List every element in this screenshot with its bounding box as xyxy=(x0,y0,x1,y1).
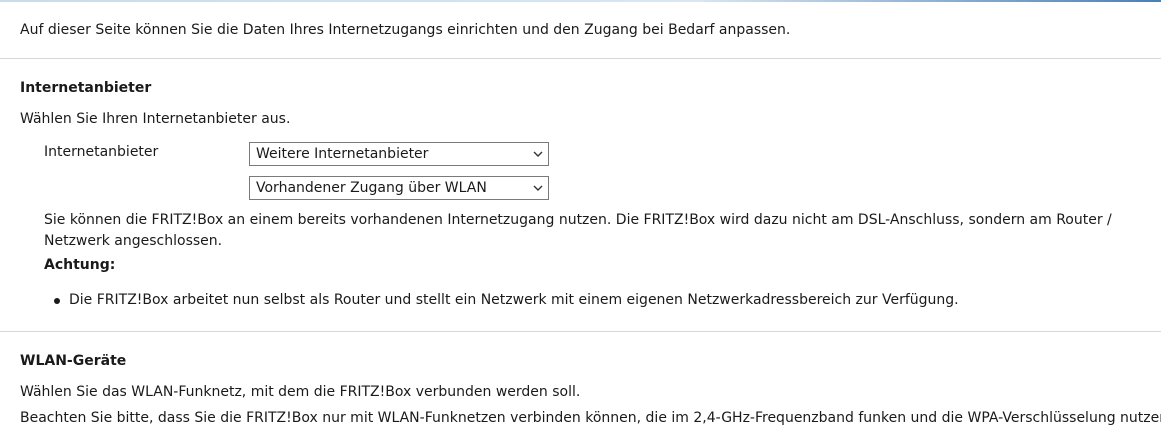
access-type-select-value: Vorhandener Zugang über WLAN xyxy=(256,180,487,196)
chevron-down-icon xyxy=(533,185,543,191)
warning-label: Achtung: xyxy=(44,257,116,273)
access-info-text: Sie können die FRITZ!Box an einem bereit… xyxy=(44,212,1112,249)
bullet-icon xyxy=(54,298,60,304)
wlan-instruction-text: Wählen Sie das WLAN-Funknetz, mit dem di… xyxy=(20,384,581,400)
provider-select[interactable]: Weitere Internetanbieter xyxy=(249,142,549,166)
section-divider xyxy=(0,58,1161,59)
provider-select-value: Weitere Internetanbieter xyxy=(256,146,429,162)
provider-instruction-text: Wählen Sie Ihren Internetanbieter aus. xyxy=(20,111,291,127)
chevron-down-icon xyxy=(533,151,543,157)
top-accent-bar xyxy=(0,0,1161,2)
provider-field-label: Internetanbieter xyxy=(44,144,159,160)
page-intro-text: Auf dieser Seite können Sie die Daten Ih… xyxy=(20,22,791,38)
section-heading-internetanbieter: Internetanbieter xyxy=(20,80,152,96)
wlan-requirement-text: Beachten Sie bitte, dass Sie die FRITZ!B… xyxy=(20,410,1161,426)
warning-list-item: Die FRITZ!Box arbeitet nun selbst als Ro… xyxy=(69,292,959,308)
section-heading-wlan-geraete: WLAN-Geräte xyxy=(20,353,127,369)
access-type-select[interactable]: Vorhandener Zugang über WLAN xyxy=(249,176,549,200)
section-divider xyxy=(0,331,1161,332)
